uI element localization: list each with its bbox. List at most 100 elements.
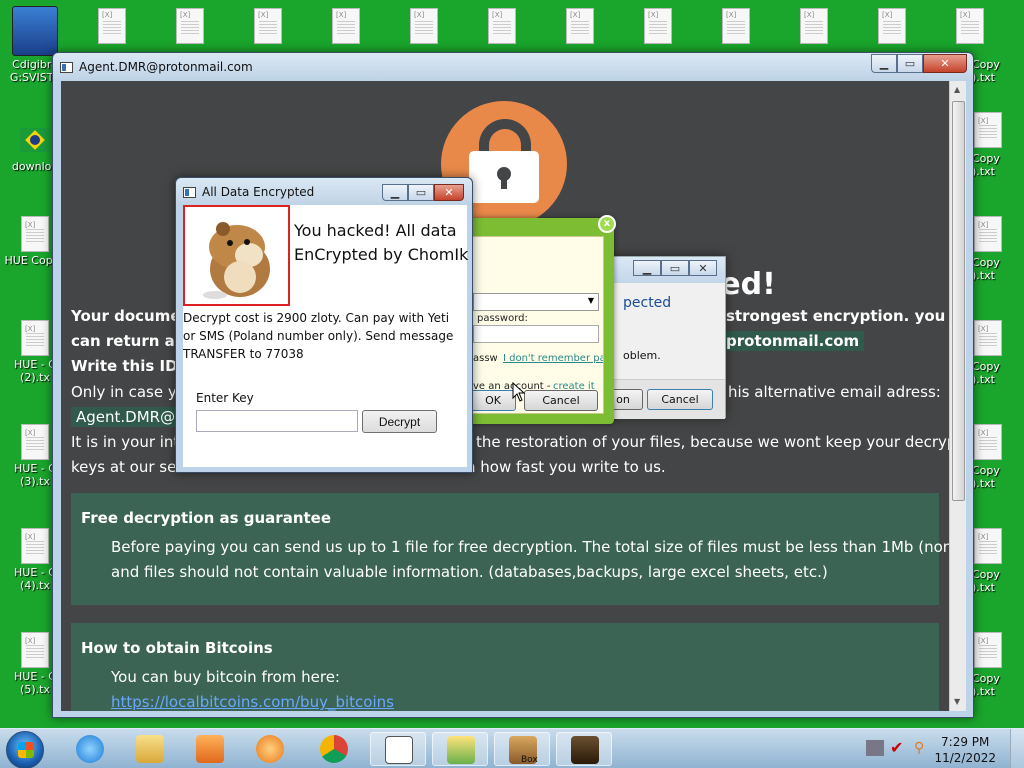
- desktop-icon-label: Copy ).txt: [972, 568, 1000, 594]
- title-bar[interactable]: All Data Encrypted ▁ ▭ ✕: [176, 178, 472, 206]
- taskbar: Box ✔ ⚲ 7:29 PM 11/2/2022: [0, 728, 1024, 768]
- text-file-icon[interactable]: [410, 8, 438, 44]
- app-icon: [12, 6, 58, 56]
- desktop-icon-label: HUE - C (5).tx: [14, 670, 56, 696]
- text-file-icon: [21, 424, 49, 460]
- decrypt-button[interactable]: Decrypt: [362, 410, 437, 433]
- password-label: password:: [477, 313, 528, 324]
- desktop-right-icon-7[interactable]: Copy ).txt: [972, 632, 1024, 698]
- taskbar-explorer[interactable]: [122, 732, 178, 766]
- text-file-icon[interactable]: [488, 8, 516, 44]
- key-input[interactable]: [196, 410, 358, 432]
- text-file-icon[interactable]: [644, 8, 672, 44]
- window-icon: [183, 187, 196, 198]
- flag-icon[interactable]: ✔: [890, 740, 908, 756]
- account-select[interactable]: [473, 293, 599, 311]
- window-icon: [385, 736, 413, 764]
- panel-text: and files should not contain valuable in…: [111, 563, 828, 581]
- text-file-icon[interactable]: [254, 8, 282, 44]
- text-file-icon: [974, 216, 1002, 252]
- text-line-6-right: the restoration of your files, because w…: [476, 433, 949, 451]
- taskbar-window-4[interactable]: [556, 732, 612, 766]
- desktop-right-icon-4[interactable]: Copy ).txt: [972, 320, 1024, 386]
- panel-heading: Free decryption as guarantee: [81, 509, 332, 527]
- contact-email-highlight: protonmail.com: [721, 331, 865, 351]
- desktop-right-icon-3[interactable]: Copy ).txt: [972, 216, 1024, 282]
- dialog-cancel-button[interactable]: Cancel: [647, 389, 713, 410]
- maximize-button[interactable]: ▭: [897, 54, 923, 73]
- text-file-icon: [21, 528, 49, 564]
- maximize-button[interactable]: ▭: [661, 260, 689, 276]
- text-file-icon[interactable]: [800, 8, 828, 44]
- taskbar-window-2[interactable]: [432, 732, 488, 766]
- text-file-icon[interactable]: [332, 8, 360, 44]
- desktop-icon-label: Copy ).txt: [972, 152, 1000, 178]
- taskbar-chrome[interactable]: [306, 732, 362, 766]
- brazil-flag-icon: [20, 128, 50, 152]
- taskbar-box[interactable]: Box: [494, 732, 550, 766]
- scroll-up-icon[interactable]: ▲: [954, 85, 960, 94]
- text-line-4-right: his alternative email adress:: [728, 383, 941, 401]
- desktop-right-icon-6[interactable]: Copy ).txt: [972, 528, 1024, 594]
- dialog-message: pected: [623, 295, 672, 311]
- minimize-button[interactable]: ▁: [633, 260, 661, 276]
- desktop-icon-label: Copy ).txt: [972, 58, 1000, 84]
- dialog-body: You hacked! All data EnCrypted by ChomIk…: [183, 205, 468, 467]
- window-title: Agent.DMR@protonmail.com: [79, 60, 253, 74]
- desktop-icon-label: Copy ).txt: [972, 256, 1000, 282]
- instruction-line: Decrypt cost is 2900 zloty. Can pay with…: [183, 311, 450, 325]
- text-file-icon[interactable]: [956, 8, 984, 44]
- desktop-icon-label: Copy ).txt: [972, 672, 1000, 698]
- start-button[interactable]: [6, 731, 44, 768]
- free-decryption-panel: Free decryption as guarantee Before payi…: [71, 493, 949, 605]
- text-file-icon[interactable]: [878, 8, 906, 44]
- title-bar[interactable]: Agent.DMR@protonmail.com ▁ ▭ ✕: [53, 53, 973, 81]
- close-button[interactable]: ✕: [434, 184, 464, 201]
- search-icon[interactable]: ⚲: [914, 740, 932, 756]
- lock-file-icon: [571, 736, 599, 764]
- panel-heading: How to obtain Bitcoins: [81, 639, 273, 657]
- bitcoin-link[interactable]: https://localbitcoins.com/buy_bitcoins: [111, 693, 394, 711]
- minimize-button[interactable]: ▁: [871, 54, 897, 73]
- box-label: Box: [521, 755, 538, 765]
- close-button[interactable]: ✕: [689, 260, 717, 276]
- chrome-icon: [320, 735, 348, 763]
- text-line-7-right: n how fast you write to us.: [466, 458, 666, 476]
- taskbar-media[interactable]: [182, 732, 238, 766]
- text-file-icon: [974, 320, 1002, 356]
- login-popup: password: assw I don't remember pas ve a…: [452, 215, 616, 424]
- text-file-icon[interactable]: [176, 8, 204, 44]
- hamster-image: [183, 205, 290, 306]
- text-file-icon[interactable]: [566, 8, 594, 44]
- close-icon[interactable]: x: [598, 215, 616, 233]
- text-file-icon[interactable]: [98, 8, 126, 44]
- network-icon[interactable]: [866, 740, 884, 756]
- desktop-right-icon-5[interactable]: Copy ).txt: [972, 424, 1024, 490]
- clock-time: 7:29 PM: [941, 735, 990, 749]
- mouse-cursor-icon: [512, 382, 526, 402]
- forgot-password-link[interactable]: I don't remember pas: [503, 353, 603, 364]
- show-desktop-button[interactable]: [1010, 729, 1024, 768]
- taskbar-ie[interactable]: [62, 732, 118, 766]
- password-input[interactable]: [473, 325, 599, 343]
- text-file-icon[interactable]: [722, 8, 750, 44]
- taskbar-window-1[interactable]: [370, 732, 426, 766]
- scroll-down-icon[interactable]: ▼: [954, 697, 960, 706]
- ok-button[interactable]: OK: [470, 390, 516, 411]
- taskbar-app[interactable]: [242, 732, 298, 766]
- close-button[interactable]: ✕: [923, 54, 967, 73]
- scroll-thumb[interactable]: [952, 101, 965, 501]
- cancel-button[interactable]: Cancel: [524, 390, 598, 411]
- hamster-icon: [203, 222, 270, 299]
- text-file-icon: [21, 632, 49, 668]
- desktop-right-icon-2[interactable]: Copy ).txt: [972, 112, 1024, 178]
- system-clock[interactable]: 7:29 PM 11/2/2022: [934, 734, 996, 766]
- desktop-icon-label: Copy ).txt: [972, 464, 1000, 490]
- vertical-scrollbar[interactable]: ▲ ▼: [949, 81, 966, 711]
- desktop-right-icon-1[interactable]: Copy ).txt: [972, 58, 1024, 84]
- title-bar[interactable]: ▁ ▭ ✕: [601, 257, 725, 283]
- minimize-button[interactable]: ▁: [382, 184, 408, 201]
- maximize-button[interactable]: ▭: [408, 184, 434, 201]
- clock-date: 11/2/2022: [934, 751, 996, 765]
- text-line-1-left: Your documen: [71, 307, 192, 325]
